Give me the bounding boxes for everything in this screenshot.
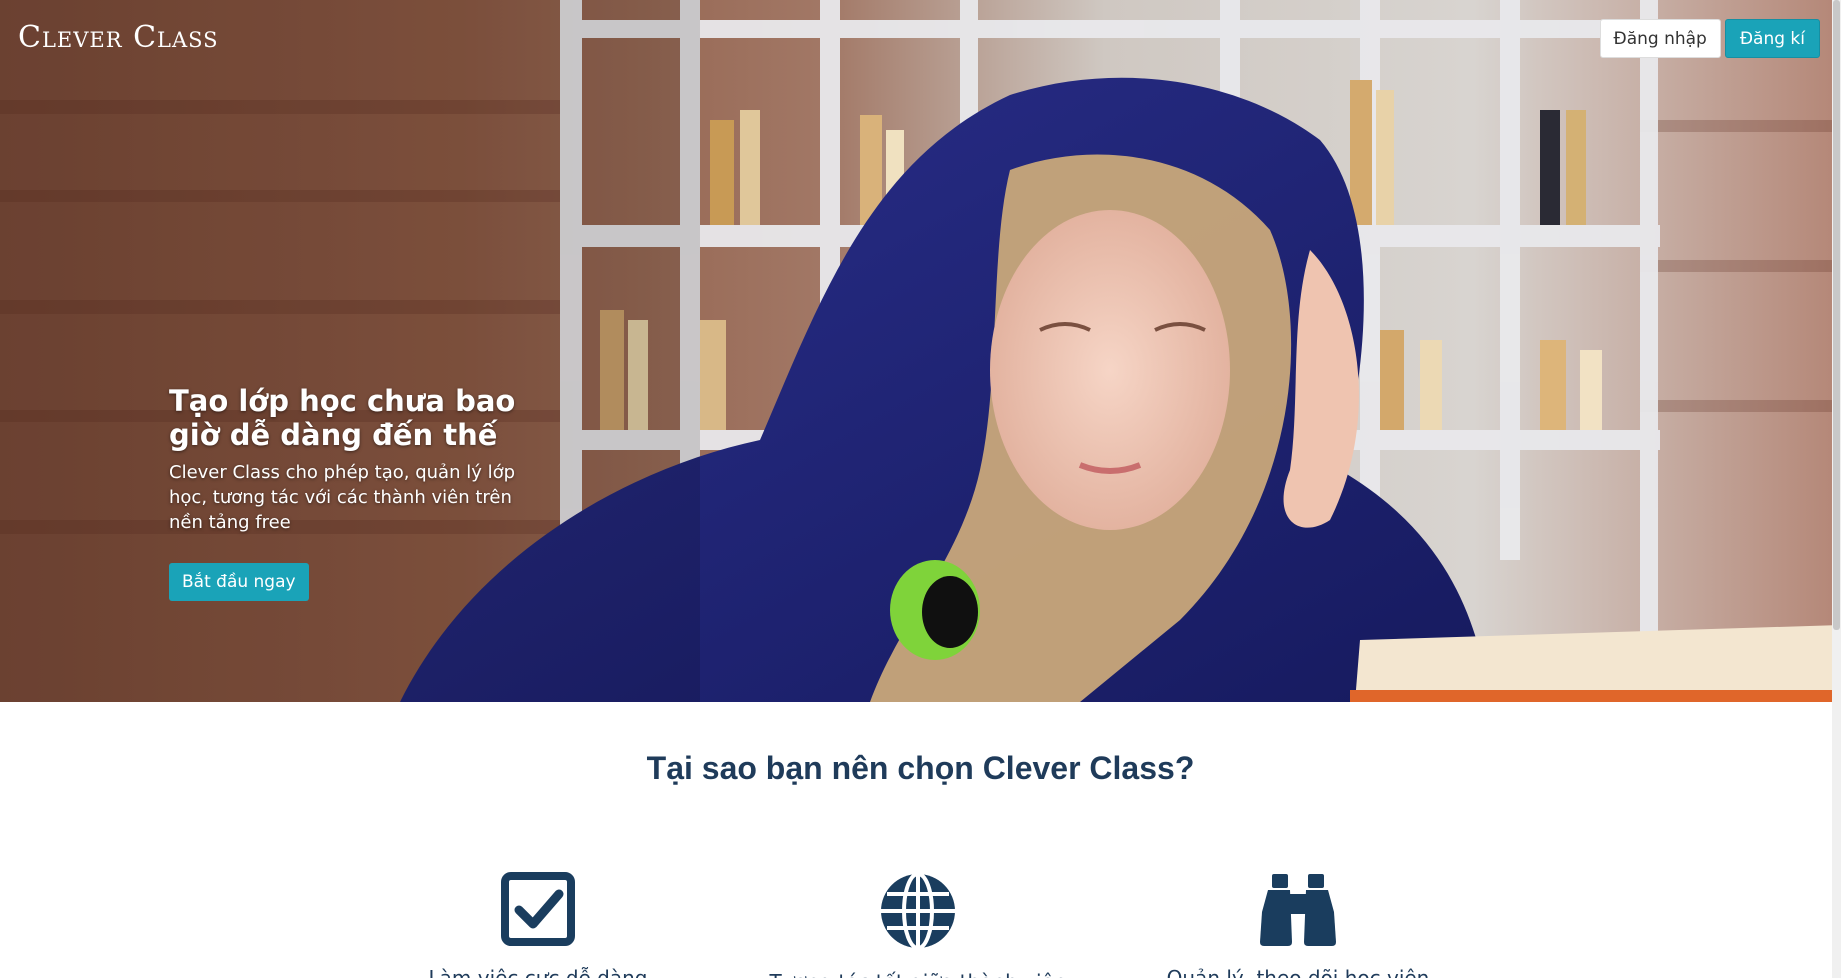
feature-item: Làm việc cực dễ dàng [368,872,708,978]
feature-label: Làm việc cực dễ dàng [428,966,648,978]
login-button[interactable]: Đăng nhập [1599,19,1721,58]
header-nav: Đăng nhập Đăng kí [1599,19,1820,58]
signup-button[interactable]: Đăng kí [1724,19,1820,58]
hero-section: Clever Class Đăng nhập Đăng kí Tạo lớp h… [0,0,1841,702]
feature-item: Tương tác tốt giữa thành viên [748,872,1088,978]
hero-title: Tạo lớp học chưa bao giờ dễ dàng đến thế [169,384,516,452]
why-section-title: Tại sao bạn nên chọn Clever Class? [646,750,1195,786]
checkbox-icon [501,872,575,946]
page-scrollbar-thumb[interactable] [1833,0,1840,630]
feature-label: Quản lý, theo dõi học viên [1166,966,1430,978]
globe-icon [881,872,955,950]
start-now-button[interactable]: Bắt đầu ngay [169,563,309,601]
features-list: Làm việc cực dễ dàng Tương tác tốt giữa … [0,872,1841,978]
hero-subtitle: Clever Class cho phép tạo, quản lý lớp h… [169,462,516,533]
brand-logo[interactable]: Clever Class [18,20,219,55]
landing-page: Clever Class Đăng nhập Đăng kí Tạo lớp h… [0,0,1841,978]
binoculars-icon [1260,874,1336,946]
hero-content: Tạo lớp học chưa bao giờ dễ dàng đến thế… [169,384,539,601]
feature-label: Tương tác tốt giữa thành viên [748,970,1088,978]
feature-item: Quản lý, theo dõi học viên [1128,872,1468,978]
